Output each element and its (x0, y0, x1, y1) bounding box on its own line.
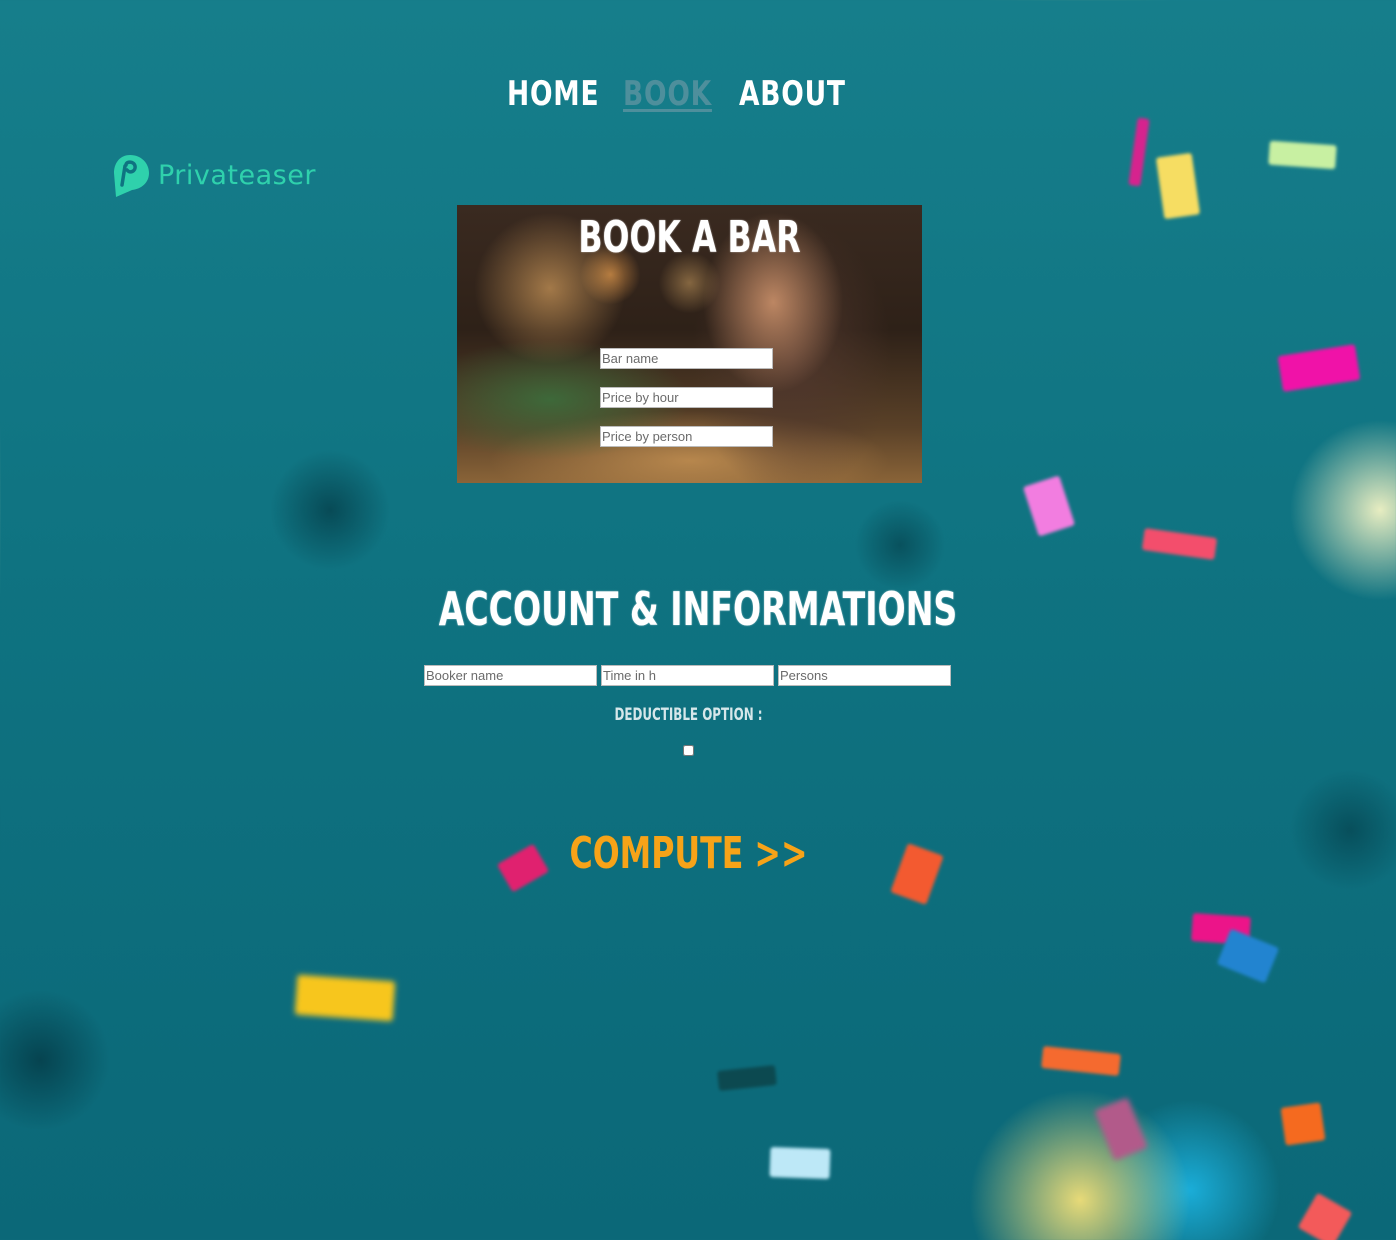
confetti-piece (1297, 1192, 1353, 1240)
nav-about-link[interactable]: ABOUT (739, 70, 846, 118)
privateaser-logo-icon (114, 155, 149, 197)
confetti-piece (769, 1146, 831, 1180)
logo-text: Privateaser (158, 159, 316, 191)
confetti-piece (1094, 1097, 1148, 1161)
confetti-piece (294, 974, 396, 1022)
book-bar-title: BOOK A BAR (578, 212, 801, 263)
price-by-hour-input[interactable] (600, 387, 773, 408)
confetti-piece (1022, 475, 1076, 537)
confetti-piece (1280, 1102, 1326, 1146)
nav-home-link[interactable]: HOME (507, 70, 599, 118)
price-by-person-input[interactable] (600, 426, 773, 447)
compute-button[interactable]: COMPUTE >> (193, 828, 1184, 880)
booker-name-input[interactable] (424, 665, 597, 686)
deductible-option-checkbox[interactable] (683, 745, 694, 756)
persons-input[interactable] (778, 665, 951, 686)
confetti-piece (1155, 152, 1201, 220)
bar-name-input[interactable] (600, 348, 773, 369)
main-nav: HOME BOOK ABOUT (0, 70, 1396, 120)
confetti-piece (1128, 117, 1150, 187)
confetti-piece (1141, 528, 1218, 560)
time-in-hours-input[interactable] (601, 665, 774, 686)
confetti-piece (1277, 344, 1361, 392)
account-informations-title: ACCOUNT & INFORMATIONS (438, 582, 958, 636)
book-bar-card: BOOK A BAR (457, 205, 922, 483)
confetti-piece (717, 1065, 777, 1091)
privateaser-logo[interactable]: Privateaser (110, 152, 316, 198)
confetti-piece (1268, 140, 1337, 170)
deductible-option-label: DEDUCTIBLE OPTION : (614, 705, 763, 725)
confetti-piece (1041, 1045, 1121, 1077)
nav-book-link[interactable]: BOOK (623, 70, 712, 118)
